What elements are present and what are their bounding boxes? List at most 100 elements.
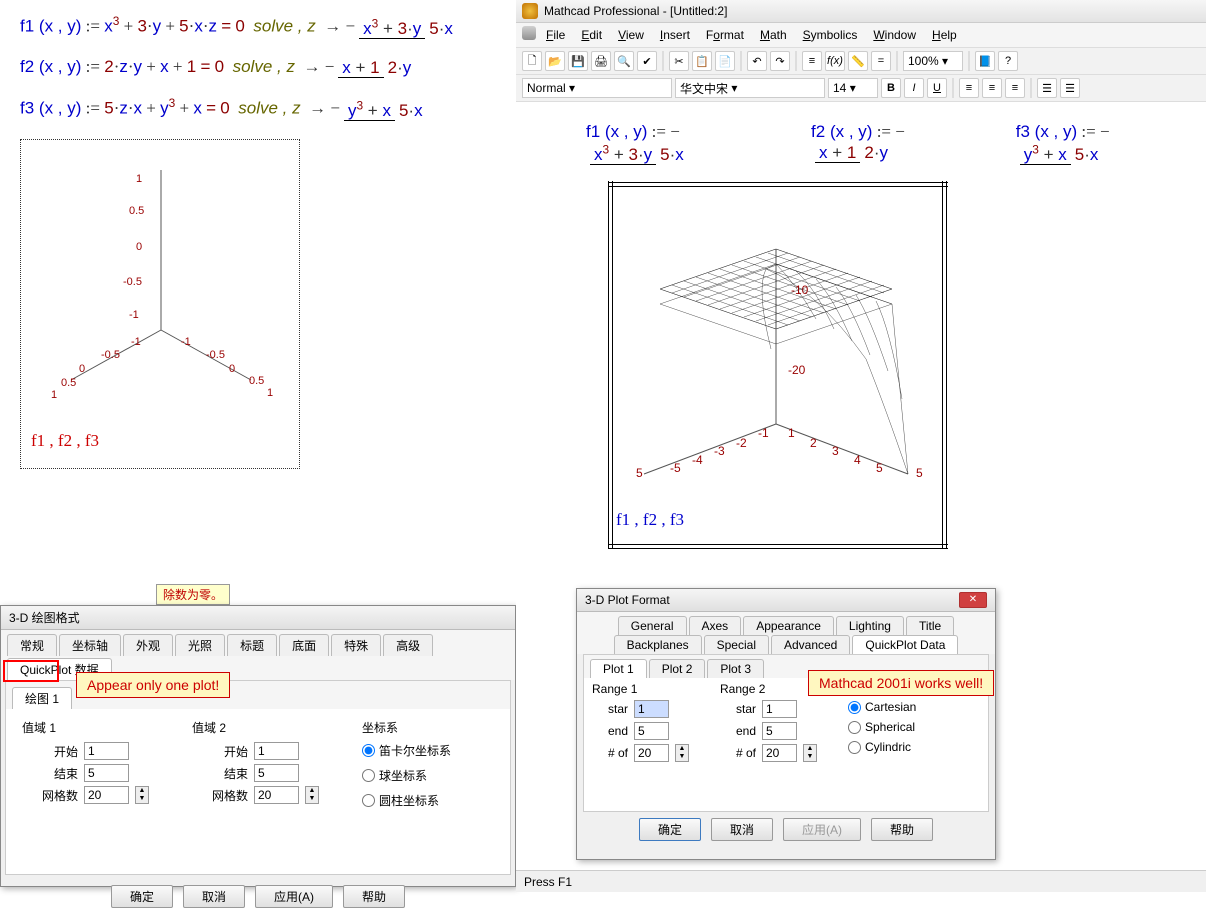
- spinner-icon[interactable]: ▲▼: [803, 744, 817, 762]
- size-combo[interactable]: 14 ▾: [828, 78, 878, 98]
- tab-plot-1-en[interactable]: Plot 1: [590, 659, 647, 678]
- menu-file[interactable]: File: [540, 26, 571, 44]
- radio-spherical-en[interactable]: [848, 721, 861, 734]
- ok-button-en[interactable]: 确定: [639, 818, 701, 841]
- range1-end-input[interactable]: [84, 764, 129, 782]
- print-icon[interactable]: 🖨: [591, 51, 611, 71]
- spinner-icon[interactable]: ▲▼: [305, 786, 319, 804]
- tab-general-en[interactable]: General: [618, 616, 687, 635]
- range2-start-input-en[interactable]: [762, 700, 797, 718]
- fn-icon[interactable]: f(x): [825, 51, 845, 71]
- tab-appearance[interactable]: 外观: [123, 634, 173, 656]
- tab-special-en[interactable]: Special: [704, 635, 769, 654]
- cut-icon[interactable]: ✂: [669, 51, 689, 71]
- workspace[interactable]: f1 (x , y) := −x3 + 3·y5·x f2 (x , y) :=…: [516, 102, 1206, 622]
- preview-icon[interactable]: 🔍: [614, 51, 634, 71]
- help-icon[interactable]: 📘: [975, 51, 995, 71]
- copy-icon[interactable]: 📋: [692, 51, 712, 71]
- menu-edit[interactable]: Edit: [575, 26, 608, 44]
- numbering-icon[interactable]: ☰: [1060, 78, 1080, 98]
- range1-grids-input[interactable]: [84, 786, 129, 804]
- spinner-icon[interactable]: ▲▼: [675, 744, 689, 762]
- calc-icon[interactable]: =: [871, 51, 891, 71]
- tab-quickplot-data-en[interactable]: QuickPlot Data: [852, 635, 958, 654]
- tab-lighting-en[interactable]: Lighting: [836, 616, 904, 635]
- ok-button[interactable]: 确定: [111, 885, 173, 908]
- tab-backplanes[interactable]: 底面: [279, 634, 329, 656]
- range2-end-input-en[interactable]: [762, 722, 797, 740]
- tab-general[interactable]: 常规: [7, 634, 57, 656]
- paste-icon[interactable]: 📄: [715, 51, 735, 71]
- tab-title[interactable]: 标题: [227, 634, 277, 656]
- align-center-icon[interactable]: ≡: [982, 78, 1002, 98]
- menu-format[interactable]: Format: [700, 26, 750, 44]
- cancel-button[interactable]: 取消: [183, 885, 245, 908]
- spinner-icon[interactable]: ▲▼: [135, 786, 149, 804]
- apply-button-en[interactable]: 应用(A): [783, 818, 861, 841]
- tab-special[interactable]: 特殊: [331, 634, 381, 656]
- font-combo[interactable]: 华文中宋 ▾: [675, 78, 825, 98]
- tab-plot-3-en[interactable]: Plot 3: [707, 659, 764, 678]
- menu-insert[interactable]: Insert: [654, 26, 696, 44]
- italic-icon[interactable]: I: [904, 78, 924, 98]
- tab-backplanes-en[interactable]: Backplanes: [614, 635, 702, 654]
- plot-left-3d[interactable]: 10.50-0.5-1 -1-0.500.51 -1-0.500.51 f1 ,…: [20, 139, 300, 469]
- svg-text:-20: -20: [788, 363, 806, 377]
- tab-axes[interactable]: 坐标轴: [59, 634, 121, 656]
- tab-title-en[interactable]: Title: [906, 616, 954, 635]
- apply-button[interactable]: 应用(A): [255, 885, 333, 908]
- zoom-combo[interactable]: 100% ▾: [903, 51, 963, 71]
- range2-end-input[interactable]: [254, 764, 299, 782]
- help-button-en[interactable]: 帮助: [871, 818, 933, 841]
- range1-start-input-en[interactable]: [634, 700, 669, 718]
- redo-icon[interactable]: ↷: [770, 51, 790, 71]
- spell-icon[interactable]: ✔: [637, 51, 657, 71]
- dialog-title[interactable]: 3-D 绘图格式: [1, 606, 515, 630]
- help-button[interactable]: 帮助: [343, 885, 405, 908]
- radio-cylindrical[interactable]: [362, 794, 375, 807]
- range2-grids-input[interactable]: [254, 786, 299, 804]
- bullets-icon[interactable]: ☰: [1037, 78, 1057, 98]
- svg-text:1: 1: [51, 389, 57, 401]
- svg-text:5: 5: [636, 466, 643, 480]
- radio-cartesian-en[interactable]: [848, 701, 861, 714]
- tab-axes-en[interactable]: Axes: [689, 616, 742, 635]
- close-icon[interactable]: ✕: [959, 592, 987, 608]
- radio-cartesian[interactable]: [362, 744, 375, 757]
- range2-grids-input-en[interactable]: [762, 744, 797, 762]
- dialog-title-en[interactable]: 3-D Plot Format ✕: [577, 589, 995, 612]
- tab-advanced[interactable]: 高级: [383, 634, 433, 656]
- open-icon[interactable]: 📂: [545, 51, 565, 71]
- align-right-icon[interactable]: ≡: [1005, 78, 1025, 98]
- tab-lighting[interactable]: 光照: [175, 634, 225, 656]
- menu-math[interactable]: Math: [754, 26, 793, 44]
- tab-appearance-en[interactable]: Appearance: [743, 616, 834, 635]
- app-titlebar[interactable]: Mathcad Professional - [Untitled:2]: [516, 0, 1206, 23]
- align-icon[interactable]: ≡: [802, 51, 822, 71]
- tab-plot-1[interactable]: 绘图 1: [12, 687, 72, 709]
- underline-icon[interactable]: U: [927, 78, 947, 98]
- cancel-button-en[interactable]: 取消: [711, 818, 773, 841]
- whatsthis-icon[interactable]: ?: [998, 51, 1018, 71]
- unit-icon[interactable]: 📏: [848, 51, 868, 71]
- range2-start-input[interactable]: [254, 742, 299, 760]
- menu-help[interactable]: Help: [926, 26, 963, 44]
- range1-end-input-en[interactable]: [634, 722, 669, 740]
- new-icon[interactable]: 🗋: [522, 51, 542, 71]
- tab-plot-2-en[interactable]: Plot 2: [649, 659, 706, 678]
- menu-window[interactable]: Window: [867, 26, 922, 44]
- save-icon[interactable]: 💾: [568, 51, 588, 71]
- radio-cylindric-en[interactable]: [848, 741, 861, 754]
- bold-icon[interactable]: B: [881, 78, 901, 98]
- tab-advanced-en[interactable]: Advanced: [771, 635, 850, 654]
- plot-right-3d[interactable]: -10 -20 -1-2-3-4-5 12345 55 f1 , f2 , f3: [602, 175, 954, 555]
- menu-view[interactable]: View: [612, 26, 650, 44]
- style-combo[interactable]: Normal ▾: [522, 78, 672, 98]
- align-left-icon[interactable]: ≡: [959, 78, 979, 98]
- range1-grids-input-en[interactable]: [634, 744, 669, 762]
- menu-symbolics[interactable]: Symbolics: [797, 26, 864, 44]
- radio-spherical[interactable]: [362, 769, 375, 782]
- status-text: Press F1: [524, 875, 572, 889]
- undo-icon[interactable]: ↶: [747, 51, 767, 71]
- range1-start-input[interactable]: [84, 742, 129, 760]
